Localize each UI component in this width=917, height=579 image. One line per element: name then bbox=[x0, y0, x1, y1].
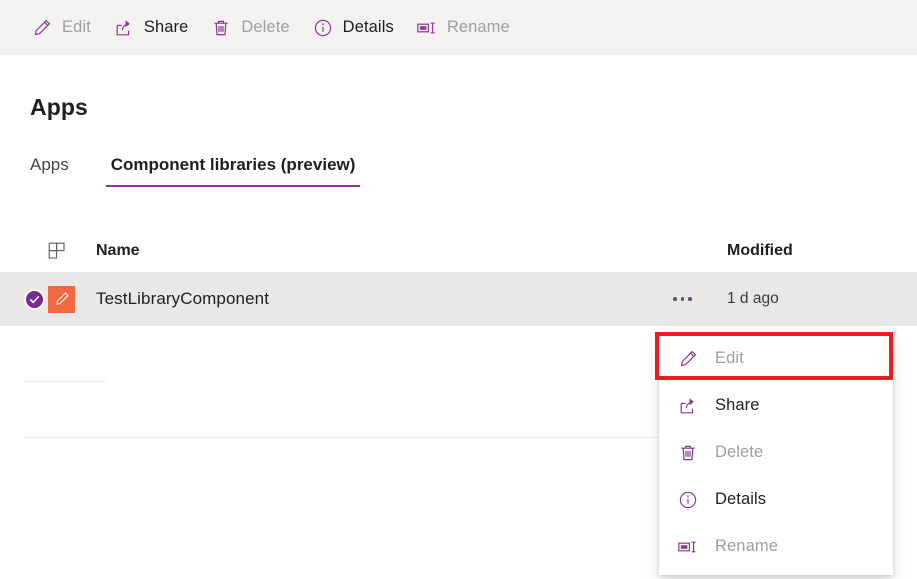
trash-icon bbox=[210, 17, 232, 39]
commandbar-item-details[interactable]: Details bbox=[303, 8, 403, 48]
context-menu-label-delete: Delete bbox=[715, 443, 764, 461]
header-modified-label: Modified bbox=[727, 242, 793, 259]
commandbar-item-rename[interactable]: Rename bbox=[407, 8, 519, 48]
tab-apps-label: Apps bbox=[30, 155, 69, 174]
row-overflow-button[interactable] bbox=[673, 297, 727, 301]
pencil-icon bbox=[31, 17, 53, 39]
context-menu-label-share: Share bbox=[715, 396, 760, 414]
list-header-row: Name Modified bbox=[0, 230, 917, 272]
row-modified-cell: 1 d ago bbox=[727, 290, 917, 308]
row-name-label: TestLibraryComponent bbox=[96, 289, 270, 308]
tab-list: Apps Component libraries (preview) bbox=[30, 155, 379, 187]
commandbar-label-delete: Delete bbox=[241, 18, 290, 36]
header-column-modified[interactable]: Modified bbox=[727, 242, 917, 260]
commandbar-label-share: Share bbox=[143, 18, 189, 36]
context-menu-item-rename[interactable]: Rename bbox=[659, 523, 893, 570]
info-icon bbox=[312, 17, 334, 39]
row-app-icon-cell bbox=[48, 285, 96, 313]
rename-icon bbox=[677, 536, 699, 558]
tab-component-libraries[interactable]: Component libraries (preview) bbox=[105, 155, 361, 187]
pencil-icon bbox=[677, 348, 699, 370]
tab-apps[interactable]: Apps bbox=[30, 155, 87, 187]
header-name-label: Name bbox=[96, 242, 140, 259]
context-menu-item-details[interactable]: Details bbox=[659, 476, 893, 523]
ellipsis-icon bbox=[673, 297, 692, 301]
context-menu-label-details: Details bbox=[715, 490, 767, 508]
commandbar-item-delete[interactable]: Delete bbox=[201, 8, 298, 48]
table-row[interactable]: TestLibraryComponent 1 d ago bbox=[0, 272, 917, 326]
share-icon bbox=[677, 395, 699, 417]
header-column-name[interactable]: Name bbox=[96, 242, 673, 260]
context-menu-item-delete[interactable]: Delete bbox=[659, 429, 893, 476]
share-icon bbox=[113, 17, 135, 39]
context-menu-label-edit: Edit bbox=[715, 349, 744, 367]
grid-icon bbox=[48, 242, 67, 261]
context-menu-item-edit[interactable]: Edit bbox=[659, 335, 893, 382]
context-menu-label-rename: Rename bbox=[715, 537, 778, 555]
checkmark-icon bbox=[24, 288, 45, 310]
commandbar-label-rename: Rename bbox=[446, 18, 510, 36]
page-title: Apps bbox=[30, 94, 88, 120]
commandbar-label-edit: Edit bbox=[62, 18, 91, 36]
commandbar-label-details: Details bbox=[342, 18, 394, 36]
pencil-app-icon bbox=[48, 285, 75, 313]
info-icon bbox=[677, 489, 699, 511]
row-name-cell[interactable]: TestLibraryComponent bbox=[96, 289, 673, 309]
context-menu: Edit Share Delete Details Rename bbox=[659, 330, 893, 575]
context-menu-item-share[interactable]: Share bbox=[659, 382, 893, 429]
rename-icon bbox=[416, 17, 438, 39]
tab-component-libraries-label: Component libraries (preview) bbox=[110, 155, 356, 174]
commandbar-item-edit[interactable]: Edit bbox=[22, 8, 100, 48]
header-column-icon[interactable] bbox=[48, 242, 96, 261]
row-modified-label: 1 d ago bbox=[727, 290, 779, 307]
commandbar-item-share[interactable]: Share bbox=[104, 8, 198, 48]
command-bar: Edit Share Delete Details Rename bbox=[0, 0, 917, 55]
row-checkbox[interactable] bbox=[24, 288, 48, 310]
trash-icon bbox=[677, 442, 699, 464]
